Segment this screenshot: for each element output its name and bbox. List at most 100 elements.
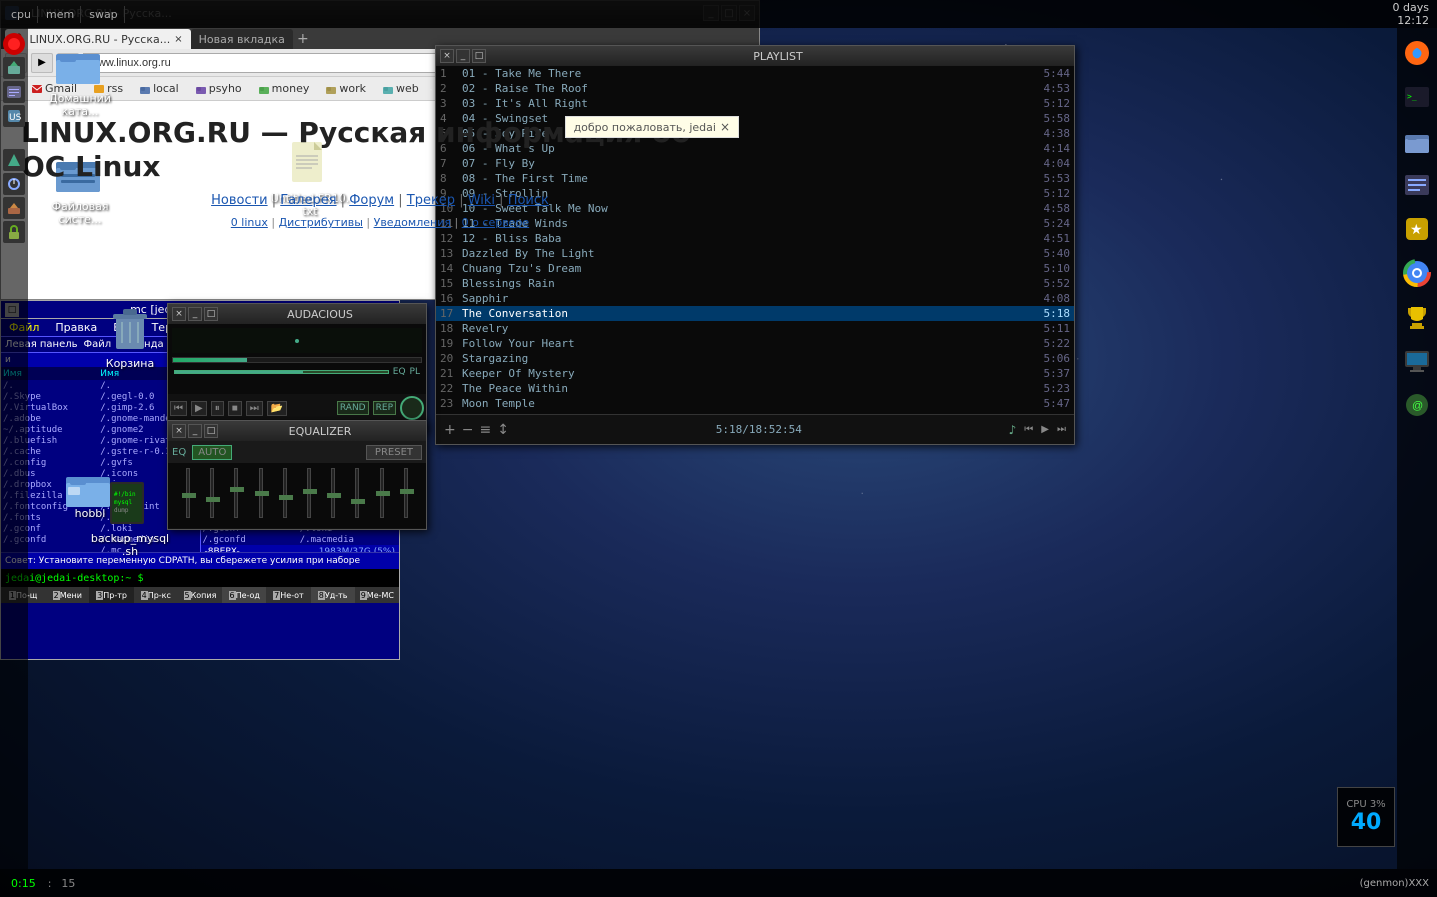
playlist-add-btn[interactable]: + — [444, 422, 456, 438]
left-icon-4[interactable]: US — [3, 105, 25, 127]
audacious-open-btn[interactable]: 📂 — [267, 401, 287, 416]
mc-fn-btn-5[interactable]: 5Копия — [178, 587, 222, 603]
left-icon-2[interactable] — [3, 57, 25, 79]
eq-close-btn[interactable]: × — [172, 424, 186, 438]
sidebar-firefox-icon[interactable] — [1399, 35, 1435, 71]
sidebar-trophy-icon[interactable] — [1399, 299, 1435, 335]
audacious-play-btn[interactable]: ▶ — [191, 401, 207, 416]
site-nav-wiki[interactable]: Wiki — [468, 193, 495, 208]
playlist-track-row[interactable]: 19Follow Your Heart5:22 — [436, 336, 1074, 351]
playlist-titlebar[interactable]: × _ □ PLAYLIST — [436, 46, 1074, 66]
audacious-titlebar[interactable]: × _ □ AUDACIOUS — [168, 304, 426, 324]
eq-preset-btn[interactable]: PRESET — [366, 445, 422, 460]
eq-slider-band-8[interactable] — [375, 468, 389, 523]
playlist-next-icon[interactable]: ⏭ — [1057, 424, 1066, 435]
eq-slider-band-0[interactable] — [181, 468, 195, 523]
playlist-track-row[interactable]: 101 - Take Me There5:44 — [436, 66, 1074, 81]
playlist-track-row[interactable]: 13Dazzled By The Light5:40 — [436, 246, 1074, 261]
sidebar-extra1-icon[interactable]: @ — [1399, 387, 1435, 423]
browser-add-tab-btn[interactable]: + — [293, 29, 313, 49]
eq-slider-band-3[interactable] — [254, 468, 268, 523]
eq-auto-btn[interactable]: AUTO — [192, 445, 232, 460]
mc-fn-btn-7[interactable]: 7Не-от — [266, 587, 310, 603]
playlist-track-row[interactable]: 202 - Raise The Roof4:53 — [436, 81, 1074, 96]
playlist-play-icon[interactable]: ▶ — [1041, 424, 1049, 435]
mc-fn-btn-4[interactable]: 4Пр-кс — [134, 587, 178, 603]
audacious-rep-btn[interactable]: REP — [373, 401, 396, 415]
sidebar-app1-icon[interactable]: ★ — [1399, 211, 1435, 247]
mc-fn-btn-2[interactable]: 2Мени — [45, 587, 89, 603]
audacious-stop-btn[interactable]: ■ — [228, 401, 242, 416]
mc-file-row[interactable]: /.gconfd/.macmedia — [201, 534, 400, 545]
sidebar-settings-icon[interactable] — [1399, 167, 1435, 203]
playlist-track-row[interactable]: 303 - It's All Right5:12 — [436, 96, 1074, 111]
bookmark-money[interactable]: money — [252, 80, 316, 97]
bookmark-local[interactable]: local — [133, 80, 185, 97]
mc-cmd-line[interactable]: jedai@jedai-desktop:~ $ — [1, 569, 399, 587]
audacious-pause-btn[interactable]: ⏸ — [211, 401, 224, 416]
eq-slider-thumb[interactable] — [351, 499, 365, 504]
left-icon-7[interactable] — [3, 197, 25, 219]
audacious-min-btn[interactable]: _ — [188, 307, 202, 321]
audacious-volume-bar[interactable] — [174, 370, 389, 374]
left-icon-lock[interactable] — [3, 221, 25, 243]
eq-slider-band-2[interactable] — [229, 468, 243, 523]
mc-cmd-input[interactable] — [143, 573, 395, 584]
site-subnav-server[interactable]: 0 о сервере — [462, 216, 530, 229]
sidebar-screen-icon[interactable] — [1399, 343, 1435, 379]
eq-slider-band-5[interactable] — [302, 468, 316, 523]
desktop-icon-hobbl2[interactable]: hobbl — [50, 467, 130, 520]
eq-slider-thumb[interactable] — [279, 495, 293, 500]
browser-tab-close-btn[interactable]: × — [174, 34, 182, 45]
eq-slider-thumb[interactable] — [255, 491, 269, 496]
site-nav-forum[interactable]: Форум — [349, 193, 394, 208]
audacious-progress-bar[interactable] — [172, 357, 422, 363]
playlist-track-row[interactable]: 15Blessings Rain5:52 — [436, 276, 1074, 291]
mc-fn-btn-8[interactable]: 8Уд-ть — [311, 587, 355, 603]
eq-slider-thumb[interactable] — [400, 489, 414, 494]
eq-slider-band-6[interactable] — [326, 468, 340, 523]
equalizer-titlebar[interactable]: × _ □ EQUALIZER — [168, 421, 426, 441]
audacious-rand-btn[interactable]: RAND — [337, 401, 369, 415]
playlist-track-row[interactable]: 20Stargazing5:06 — [436, 351, 1074, 366]
bookmark-psyho[interactable]: psyho — [189, 80, 248, 97]
mc-fn-btn-6[interactable]: 6Пе-од — [222, 587, 266, 603]
eq-slider-thumb[interactable] — [376, 491, 390, 496]
playlist-track-row[interactable]: 18Revelry5:11 — [436, 321, 1074, 336]
browser-tab-newtab[interactable]: Новая вкладка — [191, 29, 293, 49]
bookmark-web[interactable]: web — [376, 80, 425, 97]
mc-fn-btn-9[interactable]: 9Ме-MC — [355, 587, 399, 603]
site-nav-gallery[interactable]: Галерея — [280, 193, 336, 208]
eq-slider-thumb[interactable] — [182, 493, 196, 498]
site-nav-search[interactable]: Поиск — [508, 193, 549, 208]
playlist-track-row[interactable]: 17The Conversation5:18 — [436, 306, 1074, 321]
welcome-close-btn[interactable]: × — [720, 120, 730, 134]
playlist-sort-btn[interactable]: ↕ — [497, 422, 509, 438]
playlist-track-row[interactable]: 22The Peace Within5:23 — [436, 381, 1074, 396]
left-icon-5[interactable] — [3, 149, 25, 171]
eq-slider-thumb[interactable] — [303, 489, 317, 494]
eq-max-btn[interactable]: □ — [204, 424, 218, 438]
audacious-max-btn[interactable]: □ — [204, 307, 218, 321]
desktop-icon-home[interactable]: Домашний ката... — [40, 40, 120, 118]
desktop-icon-trash[interactable]: Корзина — [90, 305, 170, 370]
site-subnav-notif[interactable]: Уведомления — [374, 216, 451, 229]
sidebar-files-icon[interactable] — [1399, 123, 1435, 159]
audacious-prev-btn[interactable]: ⏮ — [170, 401, 187, 416]
left-icon-1[interactable] — [3, 33, 25, 55]
bookmark-work[interactable]: work — [319, 80, 372, 97]
playlist-track-row[interactable]: 21Keeper Of Mystery5:37 — [436, 366, 1074, 381]
audacious-next-btn[interactable]: ⏭ — [246, 401, 263, 416]
playlist-track-row[interactable]: 1212 - Bliss Baba4:51 — [436, 231, 1074, 246]
eq-slider-band-4[interactable] — [278, 468, 292, 523]
playlist-track-row[interactable]: 16Sapphir4:08 — [436, 291, 1074, 306]
eq-slider-band-9[interactable] — [399, 468, 413, 523]
left-icon-6[interactable] — [3, 173, 25, 195]
mc-fn-btn-3[interactable]: 3Пр-тр — [89, 587, 133, 603]
playlist-min-btn[interactable]: _ — [456, 49, 470, 63]
playlist-track-row[interactable]: 14Chuang Tzu's Dream5:10 — [436, 261, 1074, 276]
eq-min-btn[interactable]: _ — [188, 424, 202, 438]
left-icon-3[interactable] — [3, 81, 25, 103]
site-nav-tracker[interactable]: Трекер — [407, 193, 455, 208]
playlist-track-row[interactable]: 23Moon Temple5:47 — [436, 396, 1074, 411]
